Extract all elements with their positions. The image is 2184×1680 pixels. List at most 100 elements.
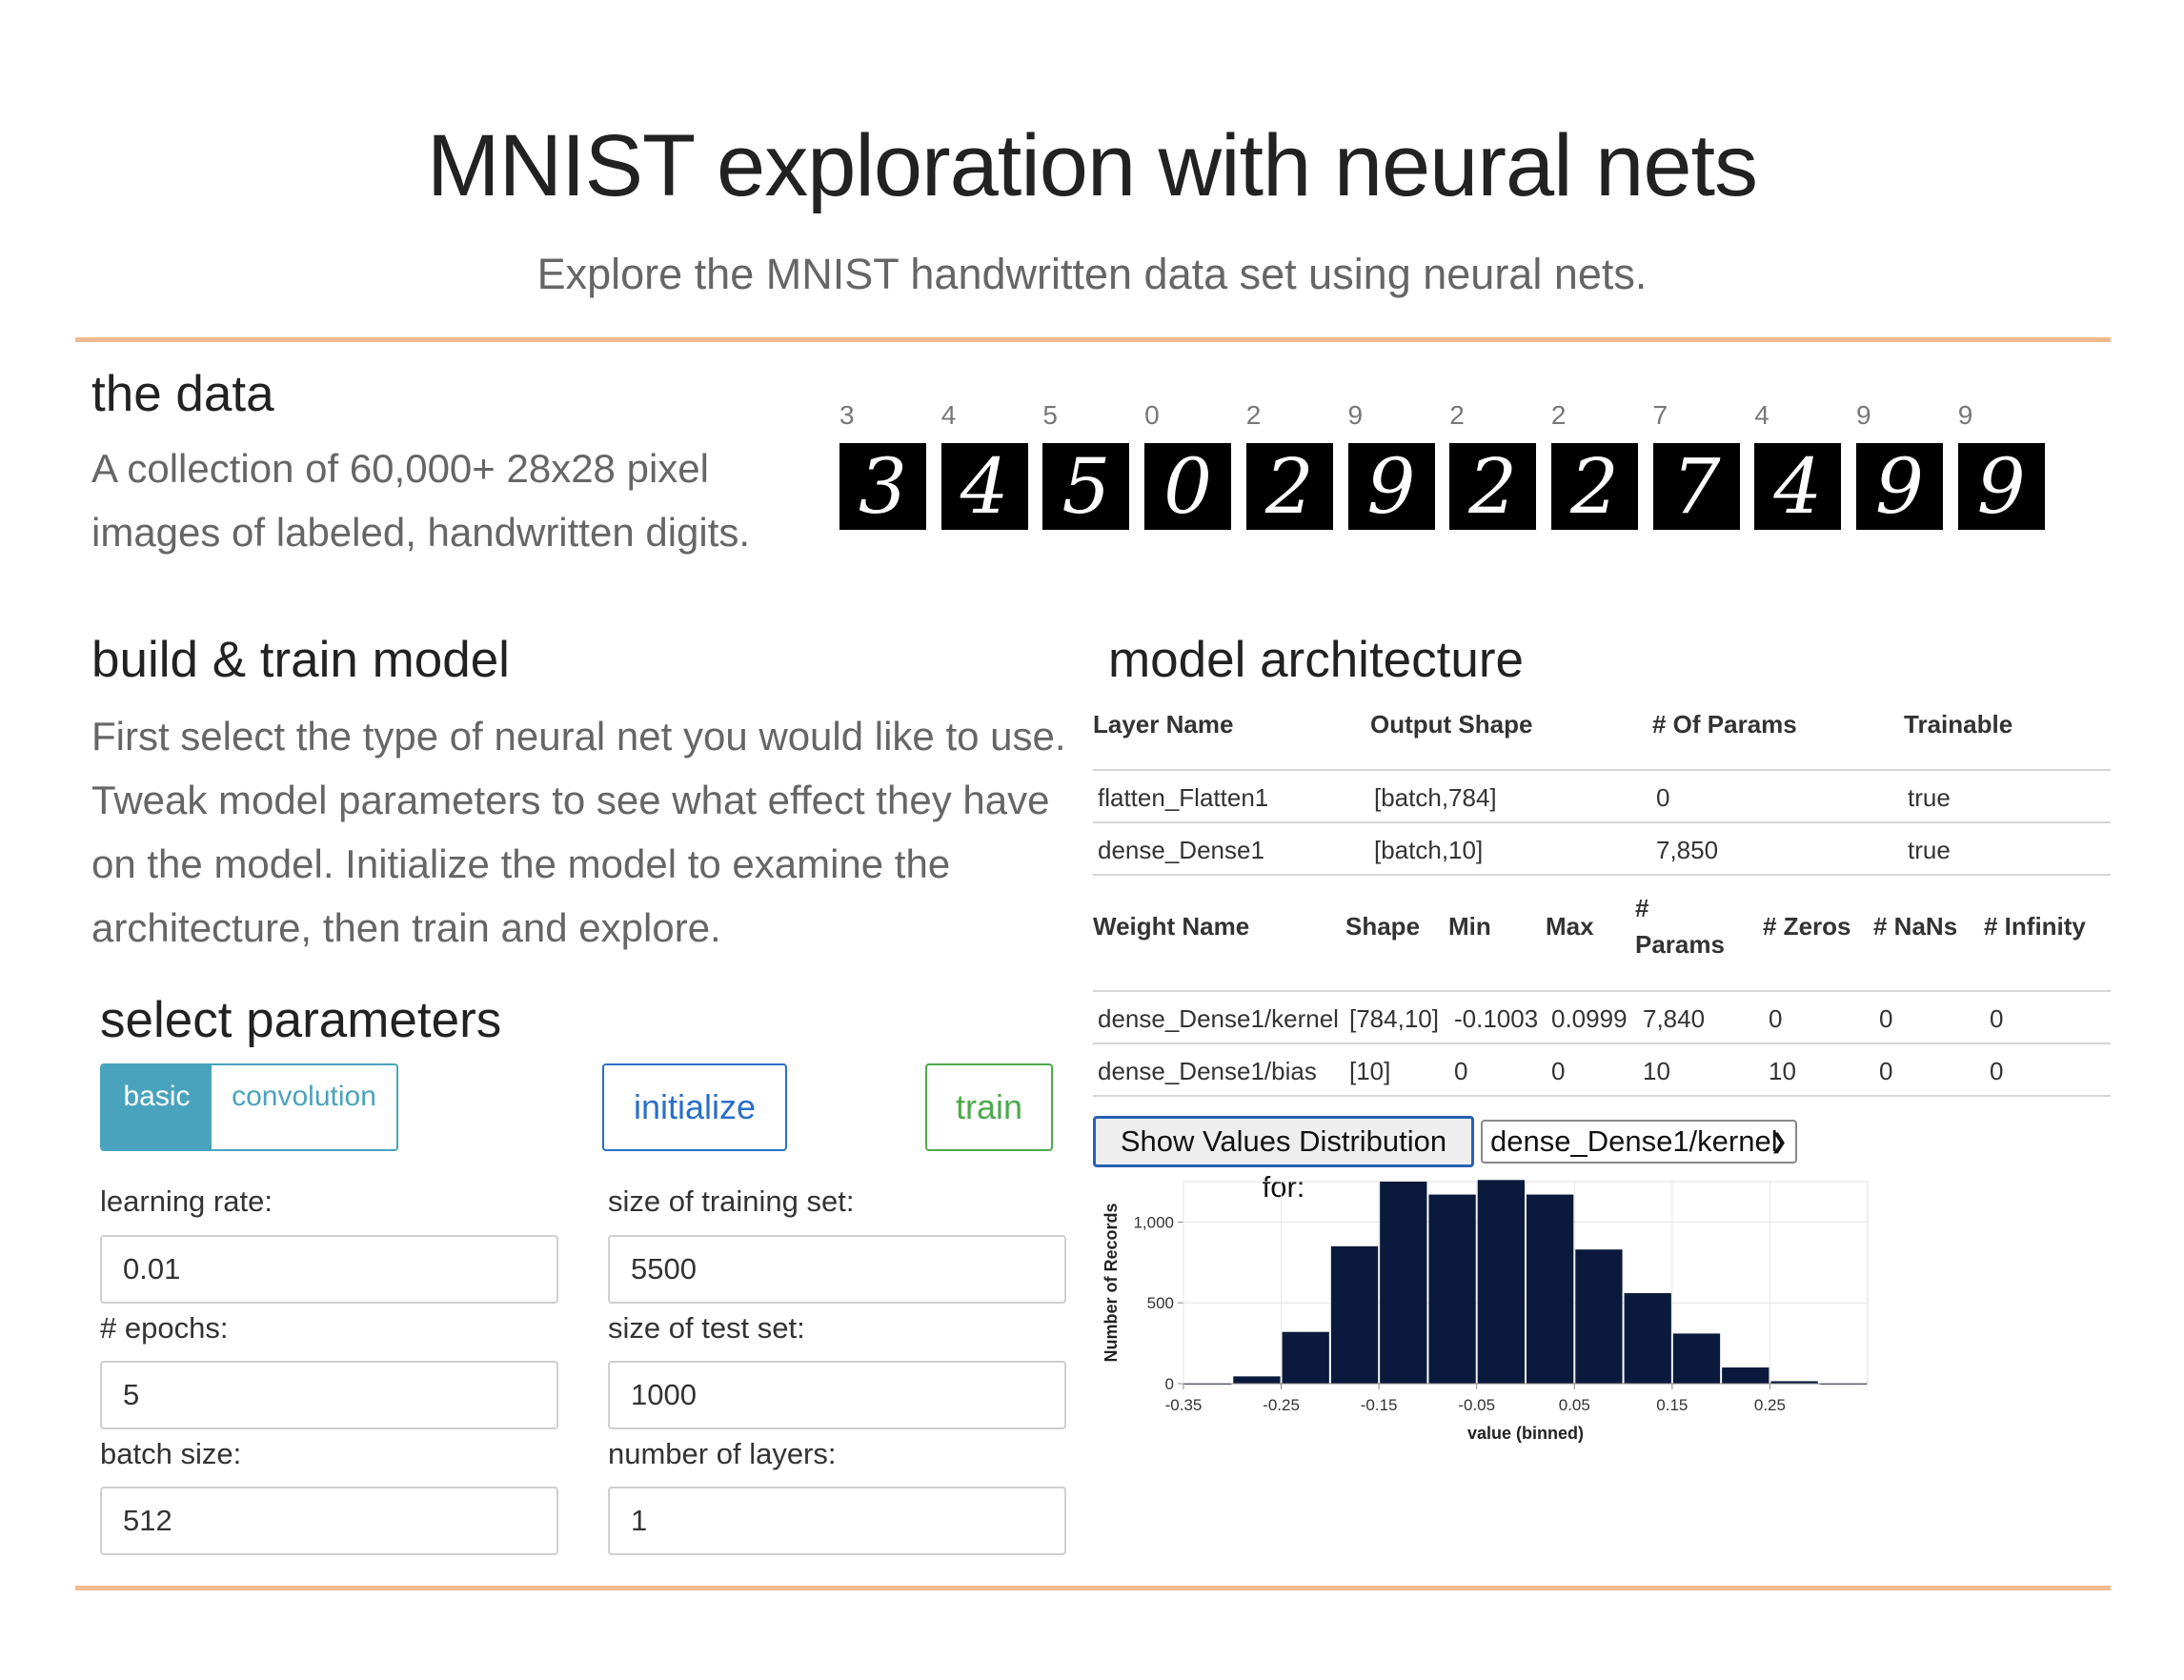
digit-label: 4 — [1754, 400, 1769, 430]
digit-image: 9 — [1957, 443, 2045, 530]
weight-header-params: Params — [1635, 930, 1725, 959]
digit-sample: 22 — [1245, 400, 1333, 534]
digit-sample: 99 — [1957, 400, 2045, 534]
batch-size-input[interactable]: 512 — [100, 1487, 558, 1555]
weight-row-rule — [1093, 1095, 2111, 1097]
weight-header-nans: # NaNs — [1873, 912, 1958, 941]
digit-label: 9 — [1957, 400, 1973, 430]
weight-row-1-max: 0.0999 — [1551, 1004, 1628, 1033]
model-type-convolution-button[interactable]: convolution — [212, 1065, 396, 1149]
x-tick-label: -0.25 — [1263, 1396, 1300, 1414]
histogram-bar — [1527, 1194, 1574, 1384]
digit-label: 4 — [940, 400, 957, 430]
x-tick-label: -0.35 — [1165, 1396, 1203, 1414]
digit-label: 2 — [1449, 400, 1465, 430]
digit-label: 7 — [1652, 400, 1668, 430]
weight-row-1-shape: [784,10] — [1349, 1004, 1439, 1033]
test-size-input[interactable]: 1000 — [608, 1361, 1066, 1429]
weight-select-value: dense_Dense1/kernel — [1490, 1124, 1778, 1158]
digit-sample: 22 — [1550, 400, 1638, 534]
histogram-bar — [1672, 1333, 1721, 1384]
weight-header-shape: Shape — [1345, 912, 1421, 941]
value-distribution-chart: 0 500 1,000 -0.35 -0.25 -0.15 -0.05 0.05 0.15 0.2… — [1102, 1180, 1869, 1443]
digit-sample: 99 — [1856, 400, 1943, 534]
layer-header-name: Layer Name — [1093, 710, 1234, 739]
layer-row-2-shape: [batch,10] — [1374, 836, 1484, 864]
digit-sample: 00 — [1144, 400, 1232, 534]
digit-image: 3 — [839, 443, 926, 530]
digit-image: 7 — [1652, 443, 1740, 530]
layer-row-2-params: 7,850 — [1656, 836, 1719, 864]
layers-input[interactable]: 1 — [608, 1487, 1066, 1555]
train-button[interactable]: train — [925, 1063, 1053, 1151]
x-tick-label: 0.25 — [1754, 1396, 1786, 1414]
weight-row-1-name: dense_Dense1/kernel — [1098, 1004, 1339, 1033]
layer-row-2-name: dense_Dense1 — [1098, 836, 1264, 864]
weight-header-params-hash: # — [1635, 894, 1649, 922]
x-tick-label: 0.15 — [1656, 1396, 1688, 1414]
model-type-basic-button[interactable]: basic — [102, 1065, 212, 1149]
y-tick-label: 500 — [1147, 1294, 1174, 1312]
test-size-label: size of test set: — [608, 1311, 805, 1345]
weight-row-2-zeros: 10 — [1769, 1057, 1796, 1085]
digit-sample: 55 — [1042, 400, 1130, 534]
digit-image: 5 — [1042, 443, 1130, 530]
weight-row-2-name: dense_Dense1/bias — [1098, 1057, 1317, 1085]
epochs-input[interactable]: 5 — [100, 1361, 558, 1429]
weight-header-infinity: # Infinity — [1984, 912, 2086, 941]
layer-row-1-name: flatten_Flatten1 — [1098, 783, 1269, 812]
train-size-label: size of training set: — [608, 1184, 855, 1218]
digit-sample: 44 — [1754, 400, 1842, 534]
histogram-bar — [1233, 1376, 1281, 1384]
page-subtitle: Explore the MNIST handwritten data set u… — [536, 250, 1648, 298]
show-distribution-button[interactable]: Show Values Distribution for: — [1093, 1116, 1474, 1204]
digit-image: 4 — [1754, 443, 1842, 530]
weight-header-zeros: # Zeros — [1763, 912, 1851, 941]
build-heading: build & train model — [91, 632, 510, 688]
learning-rate-label: learning rate: — [100, 1184, 273, 1218]
initialize-button[interactable]: initialize — [602, 1063, 787, 1151]
data-description-line1: A collection of 60,000+ 28x28 pixel — [91, 446, 709, 491]
digit-label: 0 — [1144, 400, 1160, 430]
epochs-label: # epochs: — [100, 1311, 229, 1345]
digit-label: 2 — [1550, 400, 1567, 430]
digit-image: 2 — [1245, 443, 1333, 530]
train-size-input[interactable]: 5500 — [608, 1235, 1066, 1304]
x-tick-label: -0.15 — [1361, 1396, 1398, 1414]
batch-size-label: batch size: — [100, 1437, 242, 1470]
layer-row-1-trainable: true — [1908, 783, 1951, 812]
build-description-line4: architecture, then train and explore. — [91, 905, 721, 950]
data-description-line2: images of labeled, handwritten digits. — [91, 510, 751, 555]
build-description-line2: Tweak model parameters to see what effec… — [91, 778, 1050, 822]
layer-header-params: # Of Params — [1652, 710, 1797, 739]
learning-rate-input[interactable]: 0.01 — [100, 1235, 558, 1304]
layer-row-1-shape: [batch,784] — [1374, 783, 1497, 812]
digit-label: 3 — [839, 400, 855, 430]
weight-row-2-infinity: 0 — [1990, 1057, 2004, 1085]
build-description-line3: on the model. Initialize the model to ex… — [91, 841, 951, 886]
digit-sample: 22 — [1449, 400, 1537, 534]
layer-row-rule — [1093, 874, 2111, 876]
layer-row-1-params: 0 — [1656, 783, 1670, 812]
layer-row-2-trainable: true — [1908, 836, 1951, 864]
weight-row-1-params: 7,840 — [1643, 1004, 1706, 1033]
weight-row-1-nans: 0 — [1879, 1004, 1893, 1033]
weight-row-2-nans: 0 — [1879, 1057, 1893, 1085]
weight-row-2-max: 0 — [1551, 1057, 1566, 1085]
digit-sample: 99 — [1347, 400, 1435, 534]
page-title: MNIST exploration with neural nets — [426, 117, 1758, 214]
digit-image: 4 — [940, 443, 1028, 530]
digit-image: 0 — [1144, 443, 1232, 530]
digit-label: 9 — [1856, 400, 1871, 430]
layer-row-rule — [1093, 821, 2111, 823]
digit-label: 5 — [1042, 400, 1058, 430]
histogram-bar — [1624, 1293, 1671, 1384]
digit-label: 9 — [1347, 400, 1364, 430]
x-tick-label: -0.05 — [1458, 1396, 1495, 1414]
digit-label: 2 — [1245, 400, 1262, 430]
weight-select[interactable]: dense_Dense1/kernel ❯ — [1481, 1120, 1797, 1164]
histogram-bar — [1722, 1367, 1769, 1384]
x-tick-label: 0.05 — [1559, 1396, 1590, 1414]
digit-sample: 77 — [1652, 400, 1740, 534]
weight-row-2-params: 10 — [1643, 1057, 1670, 1085]
